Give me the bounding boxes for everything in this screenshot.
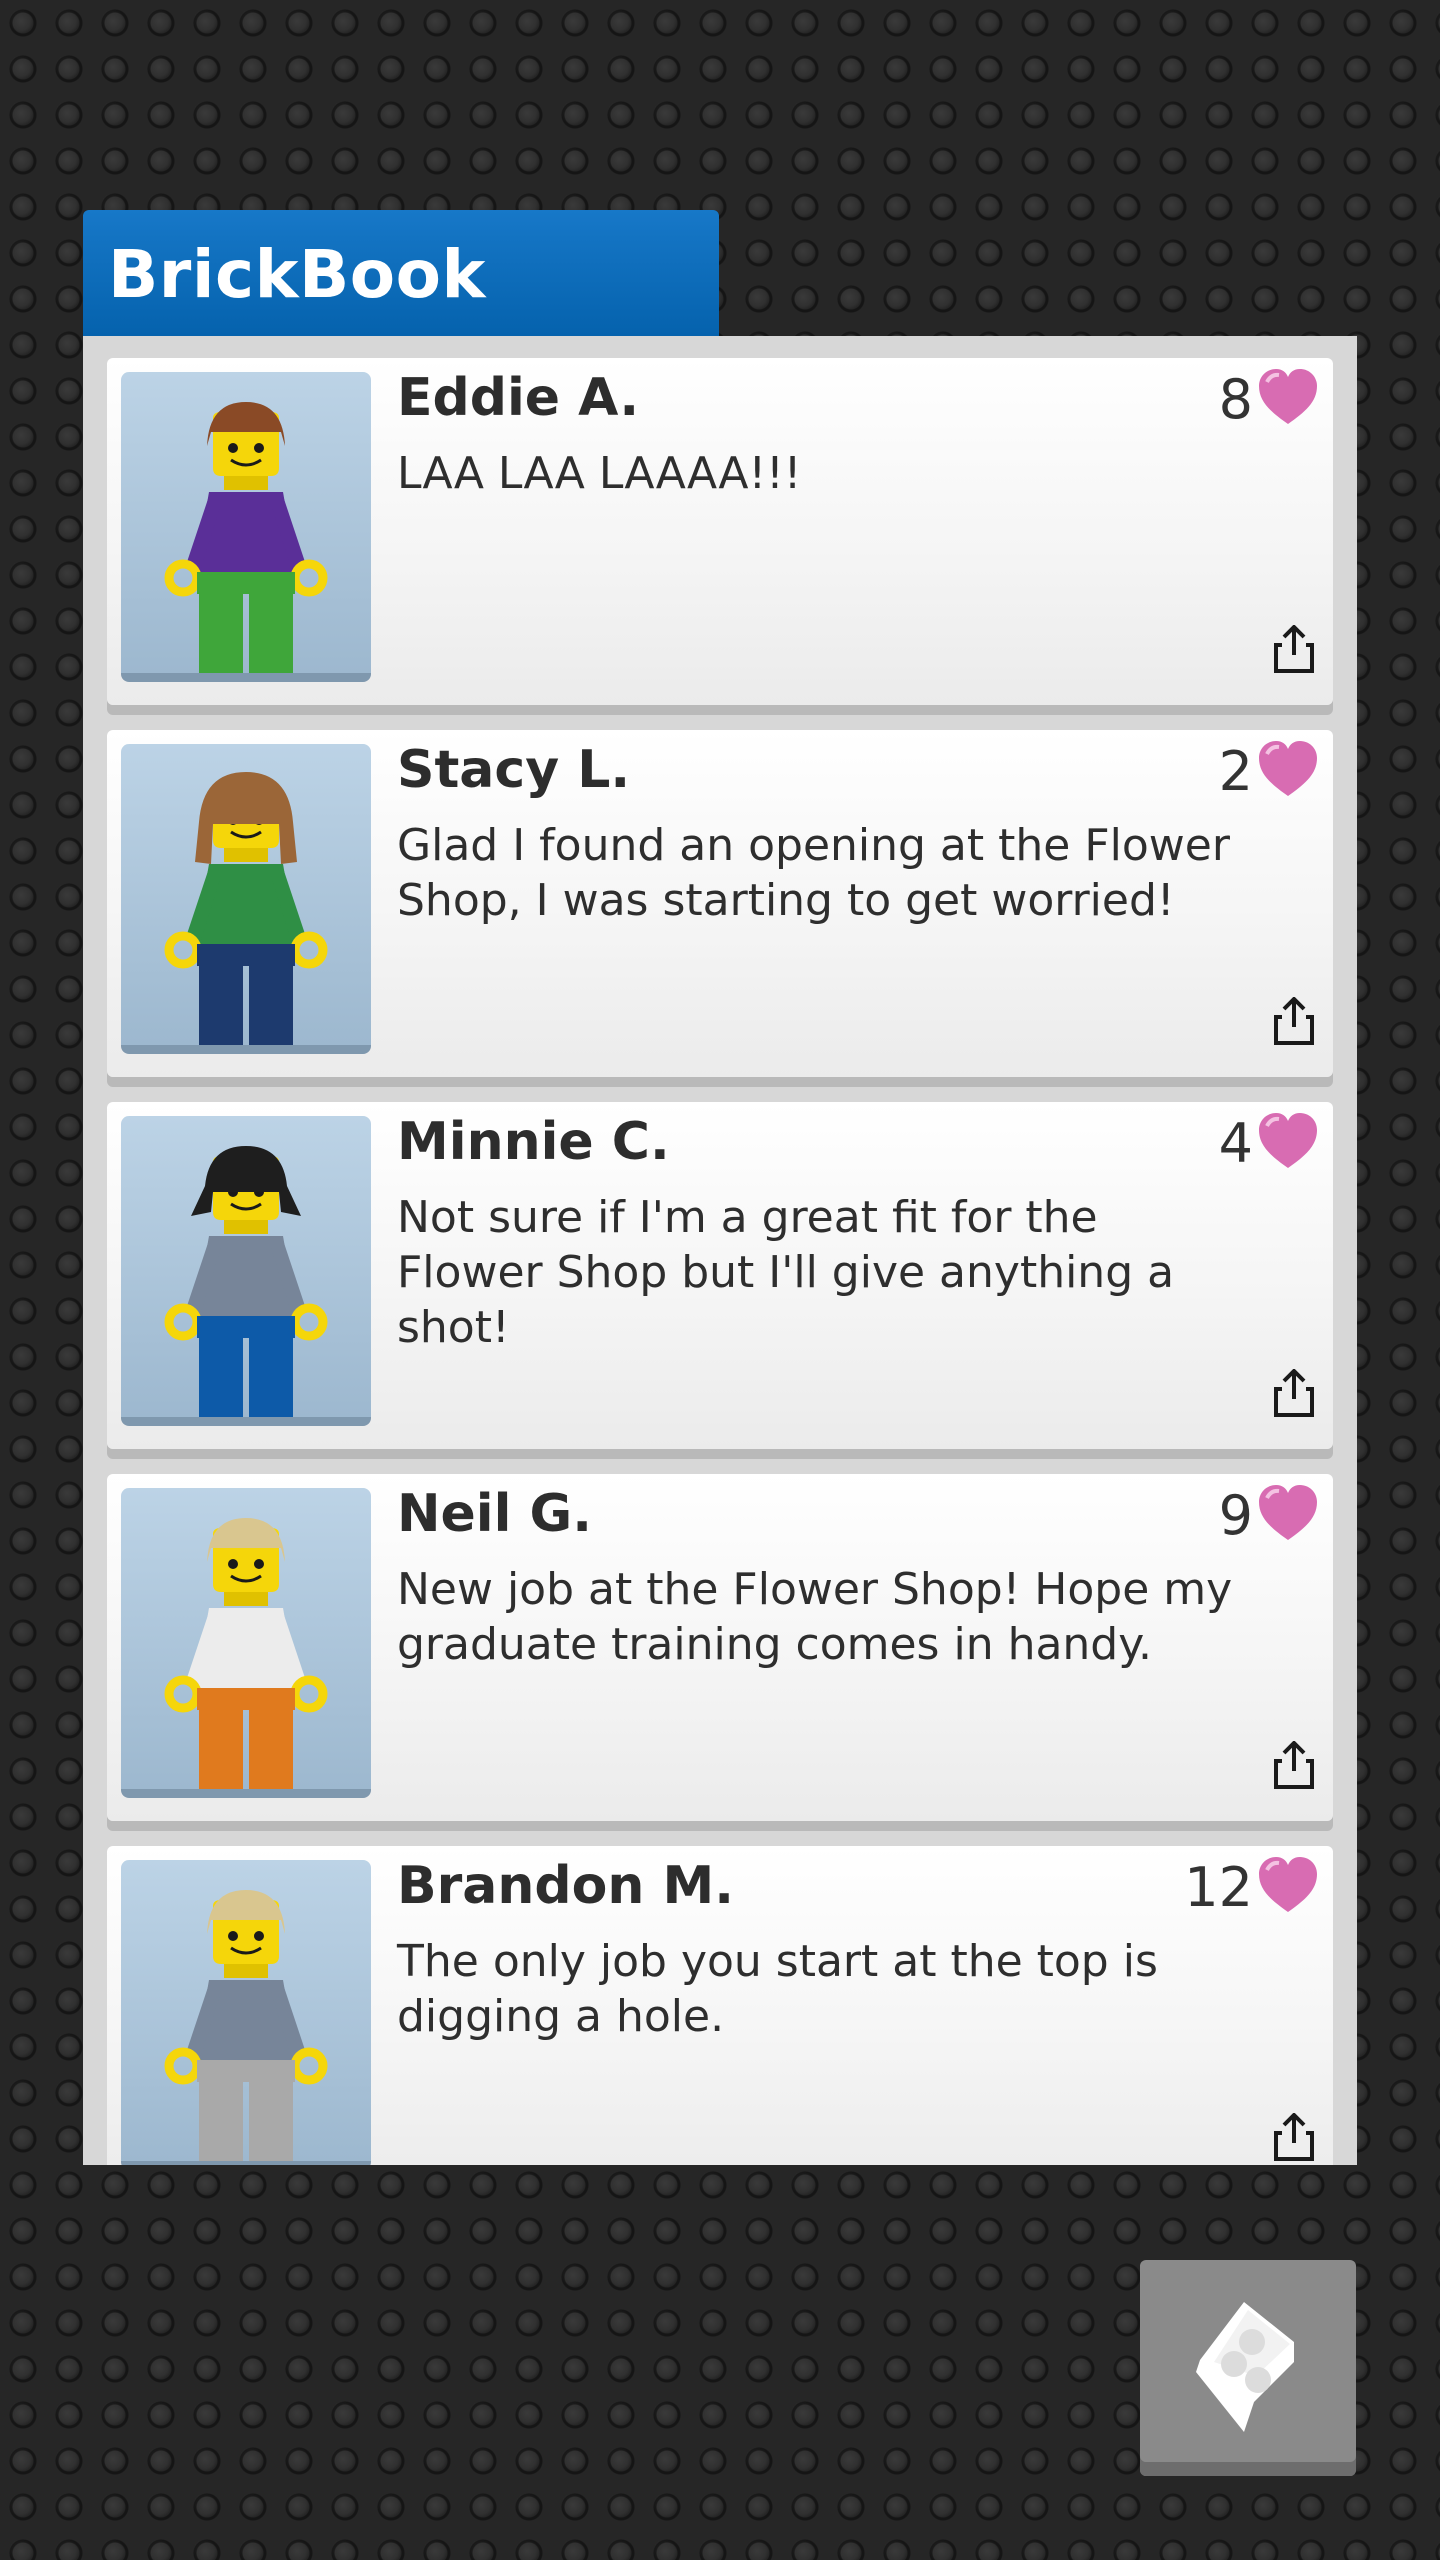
avatar[interactable] (121, 1860, 371, 2165)
post-author: Brandon M. (397, 1856, 734, 1916)
like-button[interactable]: 2 (1218, 739, 1319, 803)
post-message: The only job you start at the top is dig… (397, 1936, 1158, 2042)
post-card[interactable]: Brandon M. The only job you start at the … (107, 1846, 1333, 2165)
post-author: Stacy L. (397, 740, 631, 800)
heart-icon (1257, 740, 1319, 802)
post-message: LAA LAA LAAAA!!! (397, 448, 802, 499)
heart-icon (1257, 1112, 1319, 1174)
avatar[interactable] (121, 372, 371, 682)
post-message: Not sure if I'm a great fit for the Flow… (397, 1192, 1175, 1353)
app-title: BrickBook (108, 236, 486, 313)
share-icon[interactable] (1273, 1368, 1315, 1419)
post-message: New job at the Flower Shop! Hope my grad… (397, 1564, 1233, 1670)
post-card[interactable]: Minnie C. Not sure if I'm a great fit for… (107, 1102, 1333, 1449)
feed-panel[interactable]: Eddie A. LAA LAA LAAAA!!! 8 Stacy L. Glad I … (83, 336, 1357, 2165)
like-button[interactable]: 8 (1218, 367, 1319, 431)
like-count: 8 (1218, 367, 1253, 431)
like-count: 12 (1184, 1855, 1253, 1919)
heart-icon (1257, 1484, 1319, 1546)
post-author: Eddie A. (397, 368, 640, 428)
heart-icon (1257, 1856, 1319, 1918)
post-card[interactable]: Stacy L. Glad I found an opening at the F… (107, 730, 1333, 1077)
share-icon[interactable] (1273, 624, 1315, 675)
avatar[interactable] (121, 1116, 371, 1426)
share-icon[interactable] (1273, 996, 1315, 1047)
post-card[interactable]: Eddie A. LAA LAA LAAAA!!! 8 (107, 358, 1333, 705)
app-title-tab: BrickBook (83, 210, 719, 336)
like-count: 2 (1218, 739, 1253, 803)
post-author: Neil G. (397, 1484, 592, 1544)
like-button[interactable]: 12 (1184, 1855, 1319, 1919)
back-brick-icon (1196, 2302, 1294, 2432)
like-count: 9 (1218, 1483, 1253, 1547)
back-button[interactable] (1140, 2260, 1356, 2476)
share-icon[interactable] (1273, 2112, 1315, 2163)
like-count: 4 (1218, 1111, 1253, 1175)
share-icon[interactable] (1273, 1740, 1315, 1791)
heart-icon (1257, 368, 1319, 430)
post-card[interactable]: Neil G. New job at the Flower Shop! Hope … (107, 1474, 1333, 1821)
avatar[interactable] (121, 744, 371, 1054)
post-message: Glad I found an opening at the Flower Sh… (397, 820, 1230, 926)
like-button[interactable]: 4 (1218, 1111, 1319, 1175)
avatar[interactable] (121, 1488, 371, 1798)
post-author: Minnie C. (397, 1112, 670, 1172)
like-button[interactable]: 9 (1218, 1483, 1319, 1547)
